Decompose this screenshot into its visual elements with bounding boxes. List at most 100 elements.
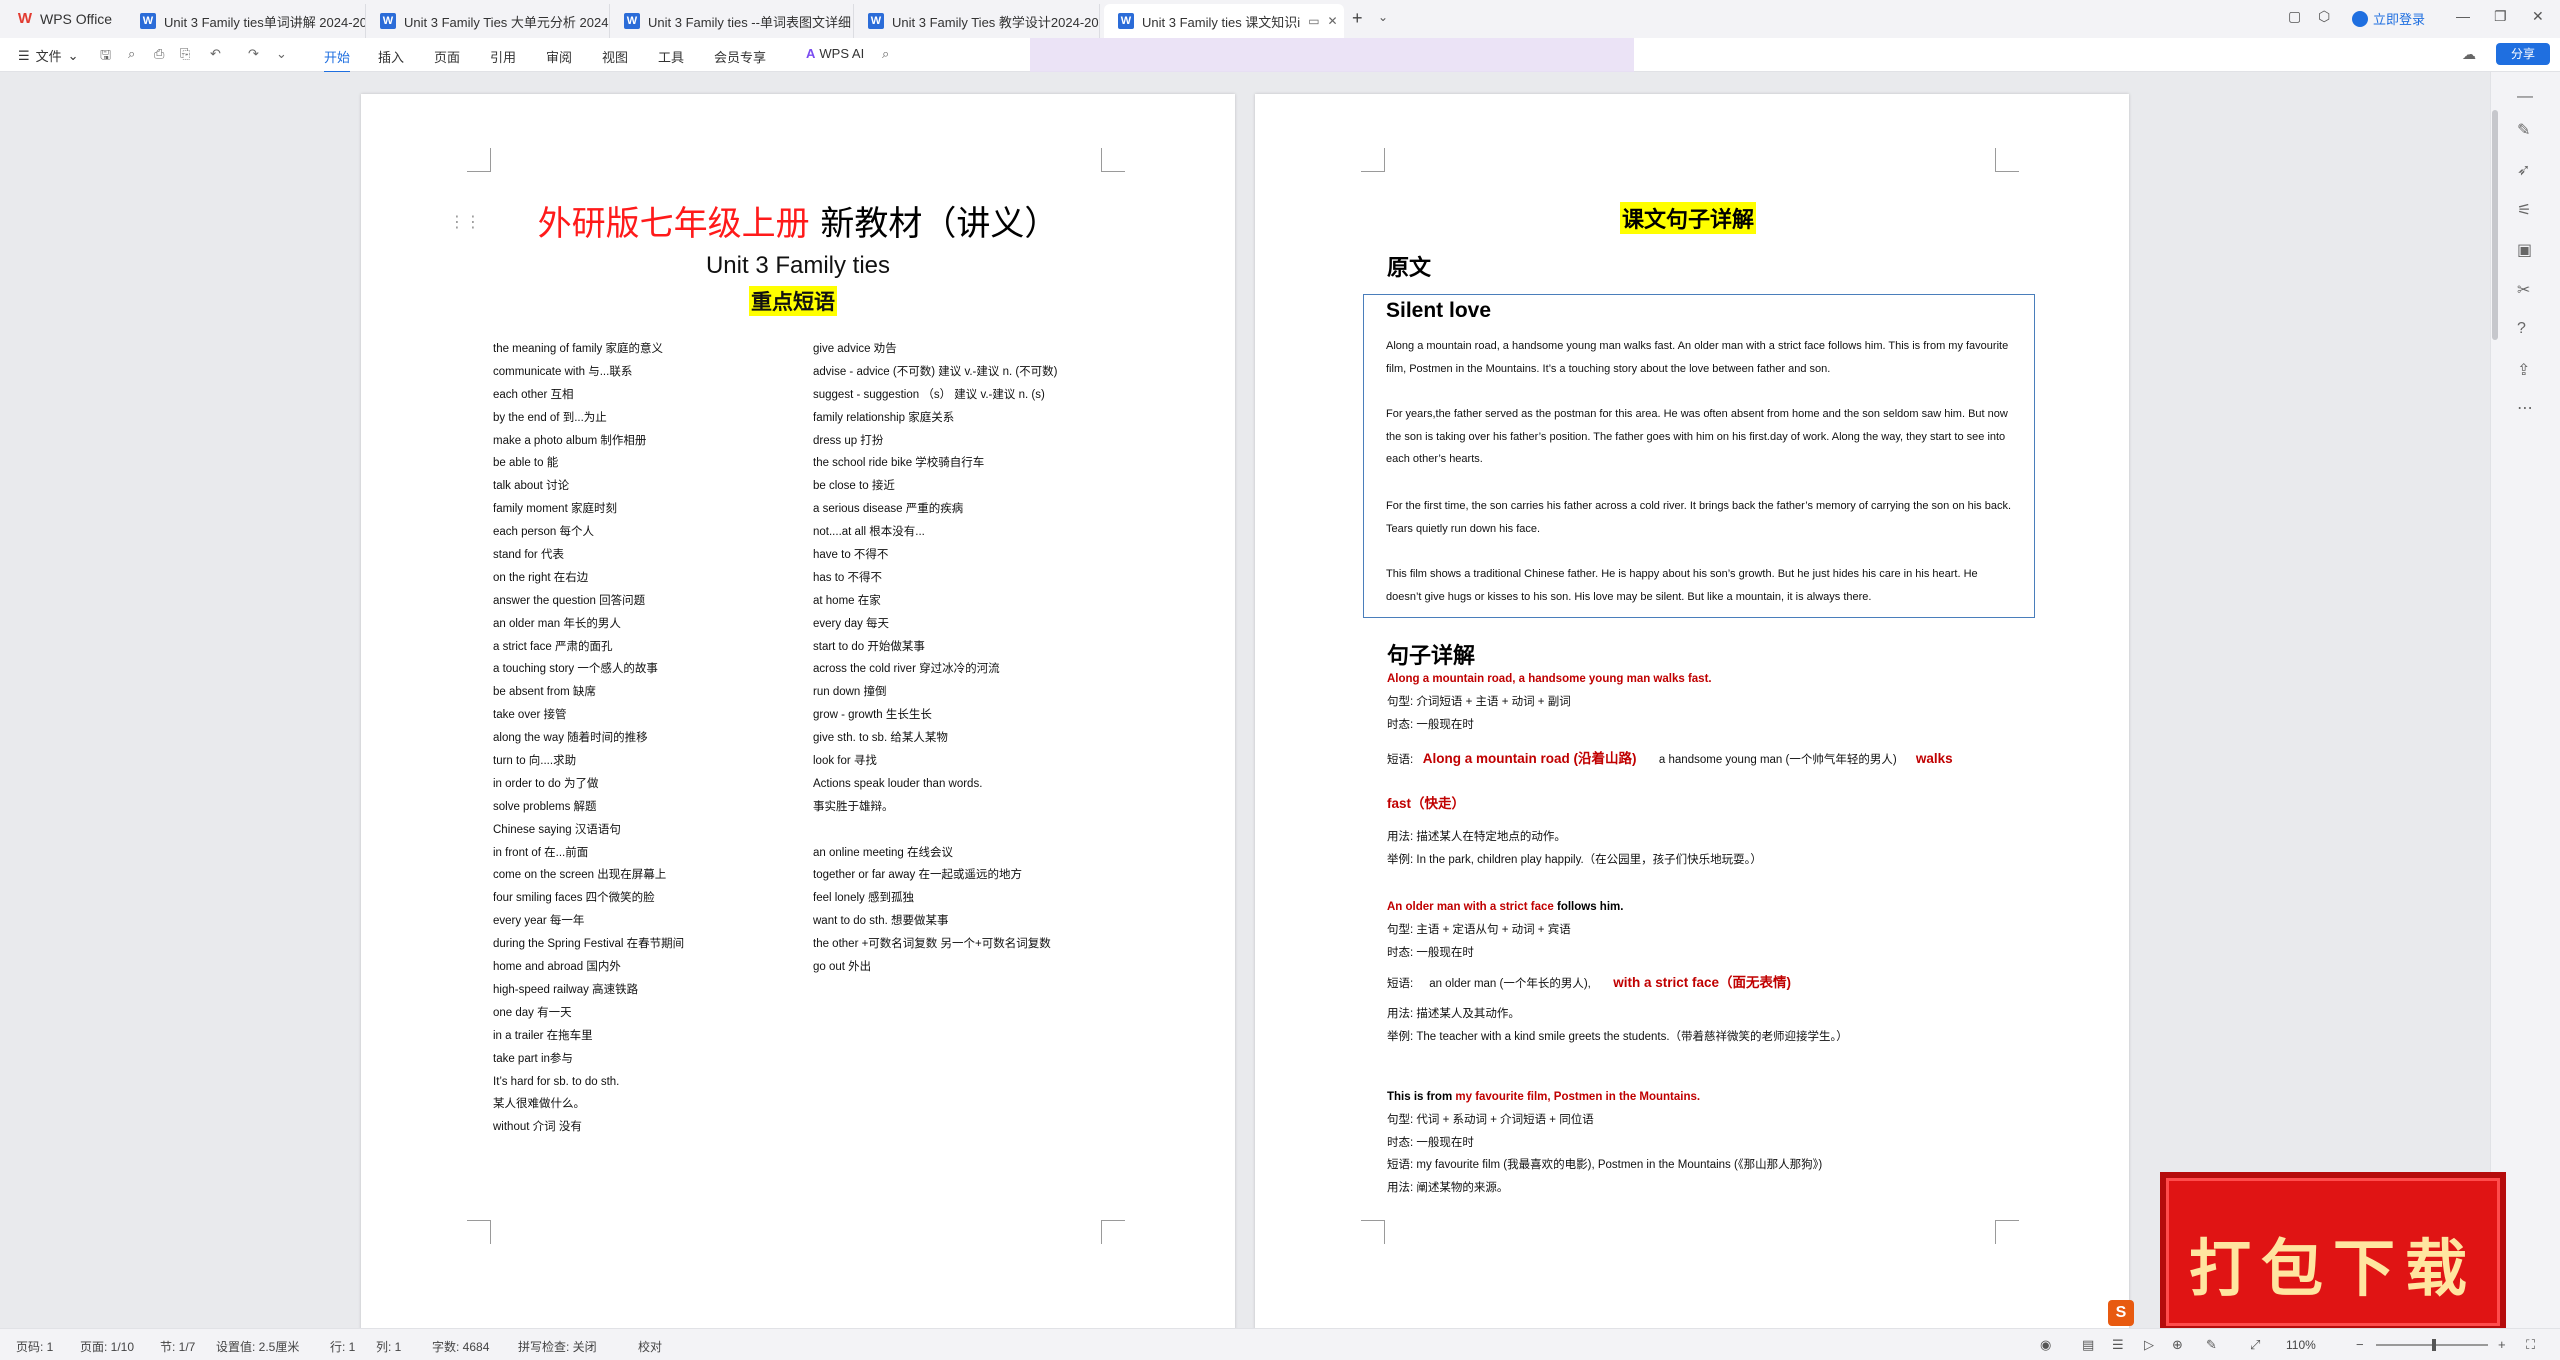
print-preview-icon[interactable]: ⎘ xyxy=(180,46,190,62)
status-col[interactable]: 列: 1 xyxy=(376,1338,401,1355)
status-proof[interactable]: 校对 xyxy=(638,1338,662,1355)
close-tab-icon[interactable]: ✕ xyxy=(1328,14,1338,28)
cube-icon[interactable]: ⬡ xyxy=(2318,8,2330,25)
minimize-icon[interactable]: — xyxy=(2456,8,2470,24)
more-chevron-icon[interactable]: ⌄ xyxy=(276,46,287,62)
tab-page[interactable]: 页面 xyxy=(434,47,460,66)
zoom-level[interactable]: 110% xyxy=(2286,1338,2316,1352)
status-row[interactable]: 行: 1 xyxy=(330,1338,355,1355)
help-icon[interactable]: ? xyxy=(2517,320,2526,338)
phrase-item: a strict face 严肃的面孔 xyxy=(493,640,613,653)
pen-icon[interactable]: ✎ xyxy=(2517,120,2530,140)
chevron-down-icon[interactable]: ⌄ xyxy=(1378,10,1388,24)
status-page-code[interactable]: 页码: 1 xyxy=(16,1338,53,1355)
zoom-out-icon[interactable]: − xyxy=(2356,1337,2364,1352)
wps-ai-button[interactable]: A WPS AI xyxy=(806,46,864,61)
stamp-text: 打包下载 xyxy=(2188,1232,2477,1305)
status-words[interactable]: 字数: 4684 xyxy=(432,1338,489,1355)
ai-icon: A xyxy=(806,46,816,61)
web-view-icon[interactable]: ⊕ xyxy=(2172,1337,2183,1353)
share-button[interactable]: 分享 xyxy=(2496,43,2550,65)
undo-icon[interactable]: ↶ xyxy=(210,46,221,62)
fullscreen-icon[interactable]: ⛶ xyxy=(2526,1337,2535,1353)
monitor-icon[interactable]: ▭ xyxy=(1308,14,1319,28)
sentence-red: my favourite film, Postmen in the Mounta… xyxy=(1455,1091,1701,1103)
phrase-item: give sth. to sb. 给某人某物 xyxy=(813,732,948,745)
new-tab-icon[interactable]: + xyxy=(1352,8,1363,29)
tools-icon[interactable]: ✂ xyxy=(2517,280,2530,300)
doc-tab-1[interactable]: W Unit 3 Family ties单词讲解 2024-20 xyxy=(126,4,366,38)
phrase-item: Chinese saying 汉语语句 xyxy=(493,823,621,836)
wps-home-tab[interactable]: W WPS Office xyxy=(16,8,112,30)
zoom-slider-knob[interactable] xyxy=(2432,1339,2436,1351)
text-box[interactable]: Silent love Along a mountain road, a han… xyxy=(1363,294,2035,618)
usage: 用法: 描述某人及其动作。 xyxy=(1387,1008,1520,1021)
doc-tab-label: Unit 3 Family Ties 大单元分析 2024 xyxy=(404,14,609,30)
word-doc-icon: W xyxy=(1118,13,1134,29)
phrase-item: solve problems 解题 xyxy=(493,800,597,813)
save-icon[interactable]: 🖫 xyxy=(100,46,111,68)
scrollbar-thumb[interactable] xyxy=(2492,110,2498,340)
page-2[interactable]: 课文句子详解 原文 Silent love Along a mountain r… xyxy=(1255,94,2129,1330)
doc-tab-3[interactable]: W Unit 3 Family ties --单词表图文详细 xyxy=(610,4,854,38)
tab-view[interactable]: 视图 xyxy=(602,47,628,66)
login-button[interactable]: 立即登录 xyxy=(2352,9,2425,28)
vertical-scrollbar[interactable] xyxy=(2490,100,2500,340)
tab-review[interactable]: 审阅 xyxy=(546,47,572,66)
zoom-in-icon[interactable]: + xyxy=(2498,1337,2506,1352)
share-doc-icon[interactable]: ⇪ xyxy=(2517,360,2530,380)
page-subtitle: Unit 3 Family ties xyxy=(705,252,891,279)
search-icon[interactable]: ⌕ xyxy=(882,46,889,62)
fit-page-icon[interactable]: ⤢ xyxy=(2250,1337,2260,1353)
sogou-input-icon[interactable]: S xyxy=(2108,1300,2134,1326)
format-painter-icon[interactable]: ⌕ xyxy=(128,46,135,62)
document-workspace[interactable]: ⋮⋮ 外研版七年级上册 新教材（讲义） Unit 3 Family ties 重… xyxy=(0,72,2490,1330)
tab-start[interactable]: 开始 xyxy=(324,47,351,73)
cloud-sync-icon[interactable]: ☁ xyxy=(2462,46,2476,63)
phrase-line: 短语: Along a mountain road (沿着山路) a hands… xyxy=(1387,748,2007,771)
sliders-icon[interactable]: ⚟ xyxy=(2517,200,2531,220)
collapse-icon[interactable]: — xyxy=(2517,88,2533,106)
phrase-line: 短语: an older man (一个年长的男人), with a stric… xyxy=(1387,972,2007,995)
window-layout-icon[interactable]: ▢ xyxy=(2288,8,2301,25)
download-stamp[interactable]: 打包下载 xyxy=(2160,1172,2506,1332)
more-icon[interactable]: ⋯ xyxy=(2517,398,2533,418)
doc-tab-label: Unit 3 Family ties单词讲解 2024-20 xyxy=(164,14,366,30)
page-view-icon[interactable]: ▤ xyxy=(2082,1337,2094,1353)
file-menu[interactable]: ☰ 文件 ⌄ xyxy=(18,46,79,65)
sentence: An older man with a strict face follows … xyxy=(1387,896,2007,919)
print-icon[interactable]: ⎙ xyxy=(154,46,164,62)
tense: 时态: 一般现在时 xyxy=(1387,1136,1474,1149)
doc-tab-2[interactable]: W Unit 3 Family Ties 大单元分析 2024 xyxy=(366,4,610,38)
status-section[interactable]: 节: 1/7 xyxy=(160,1338,195,1355)
phrase-item: has to 不得不 xyxy=(813,571,883,584)
tab-member[interactable]: 会员专享 xyxy=(714,47,766,66)
toolbar: ☰ 文件 ⌄ 🖫 ⌕ ⎙ ⎘ ↶ ↷ ⌄ 开始 插入 页面 引用 审阅 视图 工… xyxy=(0,38,2560,88)
image-icon[interactable]: ▣ xyxy=(2517,240,2532,260)
tab-references[interactable]: 引用 xyxy=(490,47,516,66)
page-title: 外研版七年级上册 新教材（讲义） xyxy=(361,196,1235,245)
phrase-item: have to 不得不 xyxy=(813,549,889,562)
restore-icon[interactable]: ❐ xyxy=(2494,8,2507,25)
status-pages[interactable]: 页面: 1/10 xyxy=(80,1338,134,1355)
margin-mark xyxy=(1995,1220,2019,1244)
doc-tab-4[interactable]: W Unit 3 Family Ties 教学设计2024-20 xyxy=(854,4,1100,38)
select-cursor-icon[interactable]: ➶ xyxy=(2517,160,2530,180)
phrase-b: with a strict face（面无表情) xyxy=(1613,975,1792,991)
doc-tab-label: Unit 3 Family ties 课文知识i xyxy=(1142,14,1301,30)
sentence-black: This is from xyxy=(1387,1091,1456,1103)
status-spell[interactable]: 拼写检查: 关闭 xyxy=(518,1338,597,1355)
tab-insert[interactable]: 插入 xyxy=(378,47,404,66)
phrase-item: by the end of 到...为止 xyxy=(493,411,607,424)
play-icon[interactable]: ▷ xyxy=(2144,1337,2154,1353)
tab-tools[interactable]: 工具 xyxy=(658,47,684,66)
eye-protect-icon[interactable]: ◉ xyxy=(2040,1337,2051,1353)
page-1[interactable]: ⋮⋮ 外研版七年级上册 新教材（讲义） Unit 3 Family ties 重… xyxy=(361,94,1235,1330)
doc-tab-active[interactable]: W Unit 3 Family ties 课文知识i ▭ ✕ xyxy=(1104,4,1344,38)
edit-view-icon[interactable]: ✎ xyxy=(2206,1337,2217,1353)
close-window-icon[interactable]: ✕ xyxy=(2532,8,2544,25)
outline-view-icon[interactable]: ☰ xyxy=(2112,1337,2124,1353)
phrase-item: answer the question 回答问题 xyxy=(493,594,646,607)
status-setting[interactable]: 设置值: 2.5厘米 xyxy=(216,1338,299,1355)
redo-icon[interactable]: ↷ xyxy=(248,46,259,62)
